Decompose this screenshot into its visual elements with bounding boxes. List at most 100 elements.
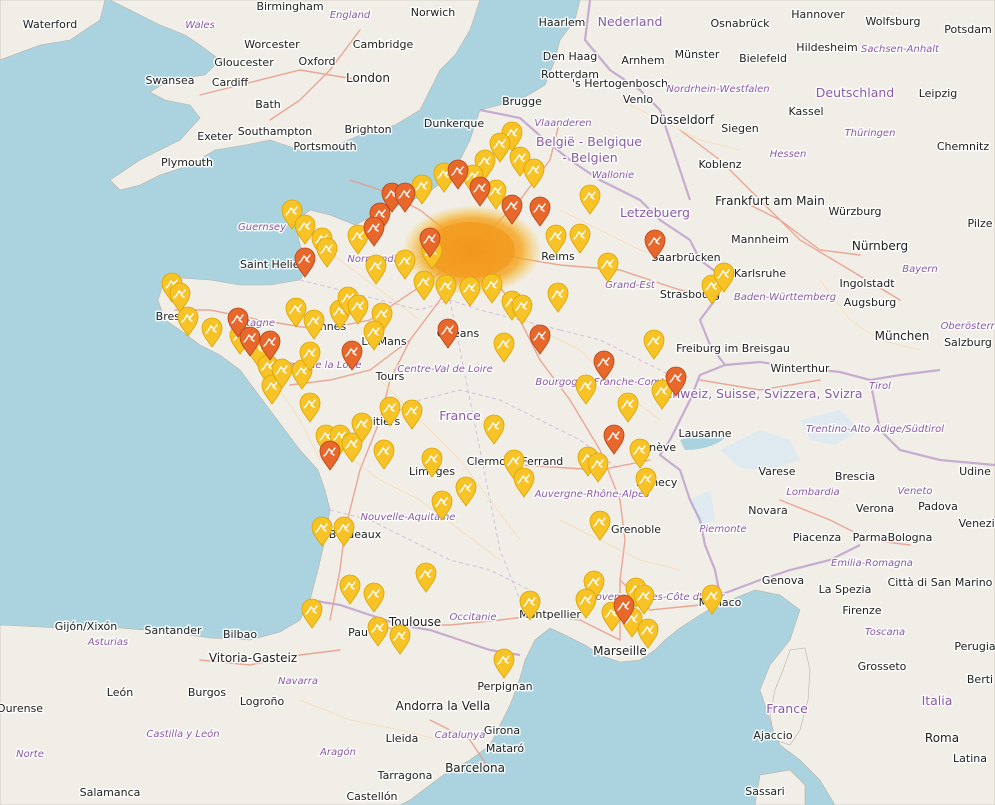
place-label: Exeter bbox=[197, 130, 233, 143]
place-label: Emilia-Romagna bbox=[831, 558, 913, 569]
place-label: Roma bbox=[925, 731, 959, 745]
place-label: Oberösterreich bbox=[941, 321, 995, 332]
place-label: Swansea bbox=[146, 74, 195, 87]
place-label: Wallonie bbox=[592, 170, 634, 181]
place-label: Wales bbox=[185, 20, 215, 31]
place-label: Winterthur bbox=[770, 362, 830, 375]
map-view[interactable]: Waterford Birmingham Wales England Norwich Wo… bbox=[0, 0, 995, 805]
place-label: Norwich bbox=[411, 6, 456, 19]
place-label: Brescia bbox=[835, 470, 875, 483]
place-label: Hildesheim bbox=[796, 41, 857, 54]
place-label: Logroño bbox=[240, 695, 285, 708]
place-label: Navarra bbox=[278, 676, 318, 687]
place-label: Italia bbox=[922, 693, 953, 708]
place-label: Tours bbox=[375, 370, 405, 383]
place-label: Tarragona bbox=[377, 769, 433, 782]
place-label: Reims bbox=[541, 250, 575, 263]
place-label: Cambridge bbox=[353, 38, 414, 51]
place-label: Perugia bbox=[954, 640, 995, 653]
place-label: Latina bbox=[953, 752, 987, 765]
place-label: Frankfurt am Main bbox=[715, 194, 825, 208]
place-label: Kassel bbox=[788, 105, 823, 118]
place-label: Gloucester bbox=[214, 56, 274, 69]
place-label: - Belgien bbox=[562, 150, 617, 165]
place-label: Varese bbox=[759, 465, 796, 478]
place-label: Wolfsburg bbox=[866, 15, 921, 28]
place-label: Oxford bbox=[298, 55, 335, 68]
place-label: Grosseto bbox=[858, 660, 907, 673]
place-label: Marseille bbox=[593, 644, 647, 658]
place-label: Deutschland bbox=[816, 85, 894, 100]
place-label: Lausanne bbox=[678, 427, 731, 440]
place-label: Portsmouth bbox=[293, 140, 356, 153]
place-label: Venlo bbox=[623, 93, 653, 106]
place-label: Augsburg bbox=[844, 296, 896, 309]
place-label: France bbox=[439, 408, 481, 423]
place-label: Trentino-Alto Adige/Südtirol bbox=[806, 424, 944, 435]
place-label: Leipzig bbox=[919, 87, 958, 100]
place-label: Lombardia bbox=[786, 487, 839, 498]
place-label: Guernsey bbox=[238, 222, 287, 233]
place-label: Toscana bbox=[865, 627, 905, 638]
place-label: Bath bbox=[255, 98, 281, 111]
place-label: 's Hertogenbosch bbox=[572, 77, 668, 90]
place-label: Siegen bbox=[721, 122, 759, 135]
place-label: Pau bbox=[348, 626, 368, 639]
place-label: Mannheim bbox=[731, 233, 789, 246]
place-label: Thüringen bbox=[845, 128, 896, 139]
place-label: Occitanie bbox=[450, 612, 497, 623]
place-label: Mataró bbox=[486, 742, 525, 755]
place-label: Firenze bbox=[842, 604, 881, 617]
place-label: Würzburg bbox=[828, 205, 881, 218]
place-label: Cardiff bbox=[212, 76, 249, 89]
place-label: Ingolstadt bbox=[839, 277, 895, 290]
place-label: Santander bbox=[145, 624, 202, 637]
place-label: Bayern bbox=[902, 264, 938, 275]
place-label: Gijón/Xixón bbox=[55, 620, 118, 633]
place-label: Castilla y León bbox=[146, 728, 219, 740]
place-label: Parma bbox=[853, 531, 888, 544]
place-label: Grenoble bbox=[611, 523, 661, 536]
place-label: France bbox=[766, 701, 808, 716]
place-label: Udine bbox=[959, 465, 991, 478]
place-label: Verona bbox=[856, 502, 894, 515]
place-label: London bbox=[346, 71, 390, 85]
place-label: Barcelona bbox=[445, 761, 505, 775]
place-label: Padova bbox=[918, 500, 958, 513]
place-label: Burgos bbox=[188, 686, 227, 699]
place-label: Venezia bbox=[959, 517, 995, 530]
place-label: England bbox=[330, 10, 371, 21]
place-label: Castellón bbox=[346, 790, 397, 803]
place-label: Chemnitz bbox=[937, 140, 989, 153]
place-label: Hannover bbox=[791, 8, 845, 21]
place-label: Sachsen-Anhalt bbox=[861, 44, 940, 55]
place-label: Haarlem bbox=[539, 16, 586, 29]
place-label: Auvergne-Rhône-Alpes bbox=[534, 488, 650, 500]
map-canvas[interactable]: Waterford Birmingham Wales England Norwich Wo… bbox=[0, 0, 995, 805]
place-label: Tirol bbox=[869, 381, 891, 392]
place-label: Saarbrücken bbox=[651, 251, 720, 264]
place-label: Münster bbox=[675, 48, 720, 61]
place-label: Koblenz bbox=[699, 158, 742, 171]
place-label: Ajaccio bbox=[753, 729, 792, 742]
place-label: Salzburg bbox=[944, 336, 992, 349]
place-label: Grand-Est bbox=[605, 280, 656, 291]
place-label: Hessen bbox=[770, 149, 807, 160]
place-label: Karlsruhe bbox=[734, 267, 787, 280]
place-label: Birmingham bbox=[256, 0, 323, 13]
place-label: Southampton bbox=[238, 125, 312, 138]
place-label: León bbox=[107, 686, 133, 699]
place-label: Vlaanderen bbox=[534, 118, 591, 129]
place-label: Girona bbox=[484, 724, 520, 737]
place-label: Nederland bbox=[598, 14, 663, 29]
place-label: Aragón bbox=[319, 746, 356, 758]
place-label: Arnhem bbox=[621, 54, 664, 67]
place-label: Letzebuerg bbox=[620, 205, 690, 220]
place-label: Genova bbox=[762, 574, 804, 587]
place-label: Asturias bbox=[87, 637, 129, 648]
place-label: Plymouth bbox=[161, 156, 213, 169]
place-label: Bielefeld bbox=[739, 52, 787, 65]
place-label: Sassari bbox=[745, 785, 785, 798]
place-label: Brugge bbox=[502, 95, 542, 108]
place-label: Salamanca bbox=[80, 786, 141, 799]
